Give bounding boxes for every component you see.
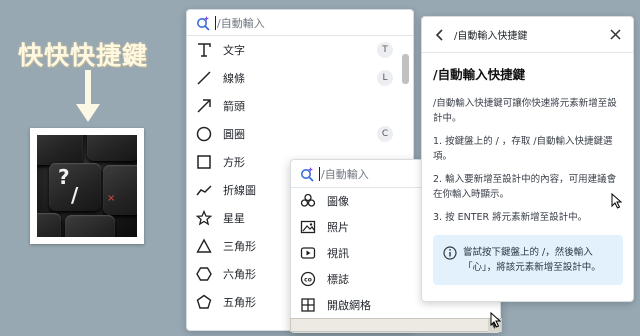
shape-search-bar[interactable]: /自動輸入 [187, 10, 413, 36]
insert-item-label: 照片 [327, 221, 349, 234]
key-question-label: ? [58, 165, 70, 189]
help-heading: /自動輸入快捷鍵 [433, 67, 526, 82]
shape-item-circle[interactable]: 圓圈 C [187, 120, 413, 148]
back-chevron-icon[interactable] [432, 27, 448, 43]
circle-icon [195, 125, 213, 143]
help-step-3: 3. 按 ENTER 將元素新增至設計中。 [433, 212, 588, 223]
shortcut-badge: L [377, 70, 393, 86]
help-step-2: 2. 輸入要新增至設計中的內容，可用建議會在你輸入時顯示。 [433, 174, 617, 200]
shape-item-text[interactable]: 文字 T [187, 36, 413, 64]
shortcut-badge: C [377, 126, 393, 142]
help-panel-title: /自動輸入快捷鍵 [454, 31, 528, 42]
shape-list-scrollbar[interactable] [402, 40, 409, 170]
tip-box: 嘗試按下鍵盤上的 /，然後輸入「心」，將該元素新增至設計中。 [433, 235, 623, 285]
video-icon [299, 244, 317, 262]
shape-item-label: 箭頭 [223, 100, 245, 113]
line-chart-icon [195, 181, 213, 199]
pentagon-icon [195, 293, 213, 311]
star-icon [195, 209, 213, 227]
help-panel-header: /自動輸入快捷鍵 [422, 17, 633, 53]
magic-search-icon [301, 166, 314, 182]
shape-item-label: 三角形 [223, 240, 256, 253]
arrow-icon [195, 97, 213, 115]
shape-item-label: 星星 [223, 212, 245, 225]
close-icon[interactable] [607, 27, 623, 43]
shape-item-line[interactable]: 線條 L [187, 64, 413, 92]
insert-item-label: 視訊 [327, 247, 349, 260]
square-icon [195, 153, 213, 171]
shape-search-placeholder: /自動輸入 [217, 16, 265, 30]
insert-search-placeholder: /自動輸入 [321, 167, 369, 181]
shape-item-label: 折線圖 [223, 184, 256, 197]
shape-item-label: 文字 [223, 44, 245, 57]
insert-item-label: 標誌 [327, 273, 349, 286]
logo-icon: co [299, 270, 317, 288]
shape-item-label: 圓圈 [223, 128, 245, 141]
shape-item-label: 六角形 [223, 268, 256, 281]
mouse-cursor-icon [490, 312, 502, 328]
photo-icon [299, 218, 317, 236]
shape-item-label: 線條 [223, 72, 245, 85]
tip-text: 嘗試按下鍵盤上的 /，然後輸入「心」，將該元素新增至設計中。 [463, 247, 601, 273]
help-intro: /自動輸入快捷鍵可讓你快速將元素新增至設計中。 [433, 98, 617, 124]
shortcut-badge: T [377, 42, 393, 58]
shortcut-help-panel: /自動輸入快捷鍵 /自動輸入快捷鍵 /自動輸入快捷鍵可讓你快速將元素新增至設計中… [421, 16, 634, 302]
insert-item-label: 圖像 [327, 195, 349, 208]
info-icon [443, 246, 457, 260]
shape-item-label: 方形 [223, 156, 245, 169]
horizontal-scrollbar[interactable]: ▼ [290, 318, 502, 332]
scrollbar-thumb[interactable] [402, 54, 409, 84]
triangle-icon [195, 237, 213, 255]
shape-item-arrow[interactable]: 箭頭 [187, 92, 413, 120]
banner-title: 快快快捷鍵 [18, 41, 149, 70]
mouse-cursor-icon [611, 193, 623, 209]
svg-text:co: co [304, 277, 312, 284]
graphic-icon [299, 192, 317, 210]
grid-icon [299, 296, 317, 314]
insert-item-label: 開啟網格 [327, 299, 371, 312]
hexagon-icon [195, 265, 213, 283]
shape-item-label: 五角形 [223, 296, 256, 309]
help-step-1: 1. 按鍵盤上的 / ，存取 /自動輸入快捷鍵選項。 [433, 136, 613, 162]
line-icon [195, 69, 213, 87]
magic-search-icon [197, 15, 210, 31]
down-arrow-icon [76, 70, 100, 122]
key-slash-label: / [71, 183, 79, 207]
keyboard-photo: ? / × [30, 128, 144, 244]
text-icon [195, 41, 213, 59]
